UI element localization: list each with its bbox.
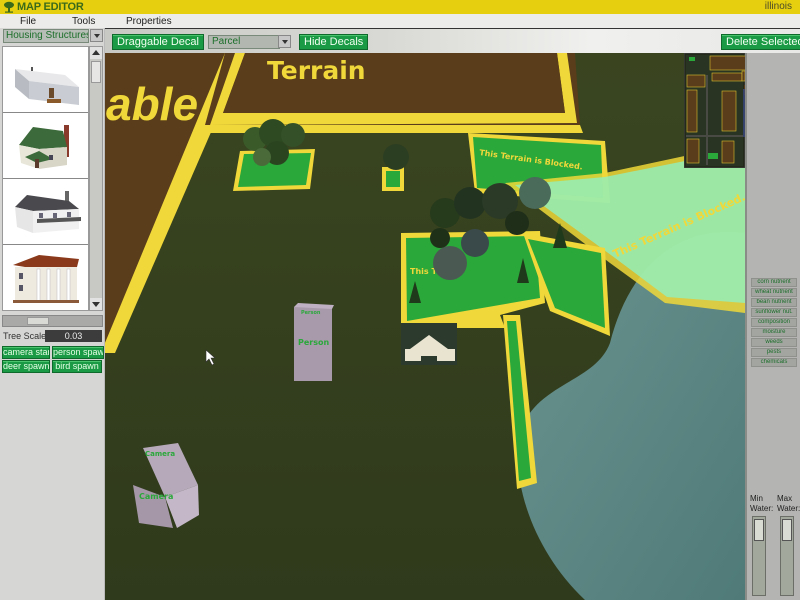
green-house-icon <box>19 125 69 169</box>
category-dropdown[interactable]: Housing Structures <box>3 29 89 43</box>
tree-scale-value[interactable]: 0.03 <box>45 330 102 342</box>
white-house-icon <box>15 191 81 233</box>
min-water-slider[interactable] <box>752 516 766 596</box>
delete-selected-button[interactable]: Delete Selected <box>721 34 800 50</box>
max-water-slider-knob[interactable] <box>782 519 792 541</box>
blocked-label-3: This T <box>410 267 437 276</box>
thumbnail-scrollbar[interactable] <box>89 46 103 311</box>
right-panel: corn nutrient wheat nutrient bean nutrie… <box>745 53 800 600</box>
menu-properties[interactable]: Properties <box>126 15 172 28</box>
max-water-label: Max Water: <box>777 494 800 513</box>
tree-scale-slider[interactable] <box>2 315 103 327</box>
scroll-up-icon[interactable] <box>90 47 102 59</box>
max-water-slider[interactable] <box>780 516 794 596</box>
map-editor-window: MAP EDITOR illinois File Tools Propertie… <box>0 0 800 600</box>
placed-house[interactable] <box>401 323 457 365</box>
layer-wheat-nutrient[interactable]: wheat nutrient <box>751 288 797 297</box>
draggable-decal-button[interactable]: Draggable Decal <box>112 34 204 50</box>
decal-type-dropdown[interactable]: Parcel <box>208 35 280 49</box>
layer-corn-nutrient[interactable]: corn nutrient <box>751 278 797 287</box>
layer-sunflower-nutrient[interactable]: sunflower nut. <box>751 308 797 317</box>
layer-composition[interactable]: composition <box>751 318 797 327</box>
terrain-scene: able Terrain This Terrain is Blocked. Th… <box>105 53 745 600</box>
hide-decals-button[interactable]: Hide Decals <box>299 34 369 50</box>
tree-icon <box>4 1 14 13</box>
min-water-slider-knob[interactable] <box>754 519 764 541</box>
scrollbar-thumb[interactable] <box>91 61 101 83</box>
layer-weeds[interactable]: weeds <box>751 338 797 347</box>
min-water-label: Min Water: <box>750 494 774 513</box>
title-bar: MAP EDITOR illinois <box>0 0 800 14</box>
app-title: MAP EDITOR <box>17 1 84 13</box>
menu-file[interactable]: File <box>20 15 36 28</box>
mansion-icon <box>13 255 79 303</box>
camera-top-label: Camera <box>145 450 175 458</box>
layer-bean-nutrient[interactable]: bean nutrient <box>751 298 797 307</box>
category-dropdown-arrow-icon[interactable] <box>90 29 103 42</box>
terrain-label: Terrain <box>267 56 366 85</box>
tree-scale-label: Tree Scale: <box>3 331 49 341</box>
menu-tools[interactable]: Tools <box>72 15 95 28</box>
bird-spawn-button[interactable]: bird spawn <box>52 360 102 373</box>
decal-type-dropdown-arrow-icon[interactable] <box>278 35 291 48</box>
thumbnail-colonial-mansion[interactable] <box>3 245 88 310</box>
scroll-down-icon[interactable] <box>90 298 102 310</box>
person-top-label: Person <box>301 310 321 316</box>
thumbnail-green-roof-house[interactable] <box>3 113 88 179</box>
mobile-home-icon <box>15 67 79 105</box>
structure-thumbnail-list <box>2 46 89 311</box>
deer-spawn-button[interactable]: deer spawn <box>2 360 50 373</box>
map-toolbar: Draggable Decal Parcel Hide Decals Delet… <box>105 28 800 53</box>
person-spawn-marker[interactable]: Person Person <box>294 303 334 381</box>
layer-chemicals[interactable]: chemicals <box>751 358 797 367</box>
map-viewport[interactable]: able Terrain This Terrain is Blocked. Th… <box>105 53 745 600</box>
tree-scale-slider-knob[interactable] <box>27 317 49 325</box>
menu-bar: File Tools Properties <box>0 14 800 28</box>
thumbnail-mobile-home[interactable] <box>3 47 88 113</box>
person-spawn-button[interactable]: person spawn <box>52 346 104 359</box>
camera-side-label: Camera <box>139 492 173 501</box>
layer-moisture[interactable]: moisture <box>751 328 797 337</box>
minimap[interactable] <box>684 53 745 168</box>
unusable-label: able <box>106 78 198 130</box>
thumbnail-two-story-house[interactable] <box>3 179 88 245</box>
region-name: illinois <box>764 1 792 12</box>
layer-pests[interactable]: pests <box>751 348 797 357</box>
camera-start-button[interactable]: camera start <box>2 346 50 359</box>
left-panel: Housing Structures Tree Scale: 0.03 came… <box>0 28 105 600</box>
person-side-label: Person <box>298 338 329 347</box>
